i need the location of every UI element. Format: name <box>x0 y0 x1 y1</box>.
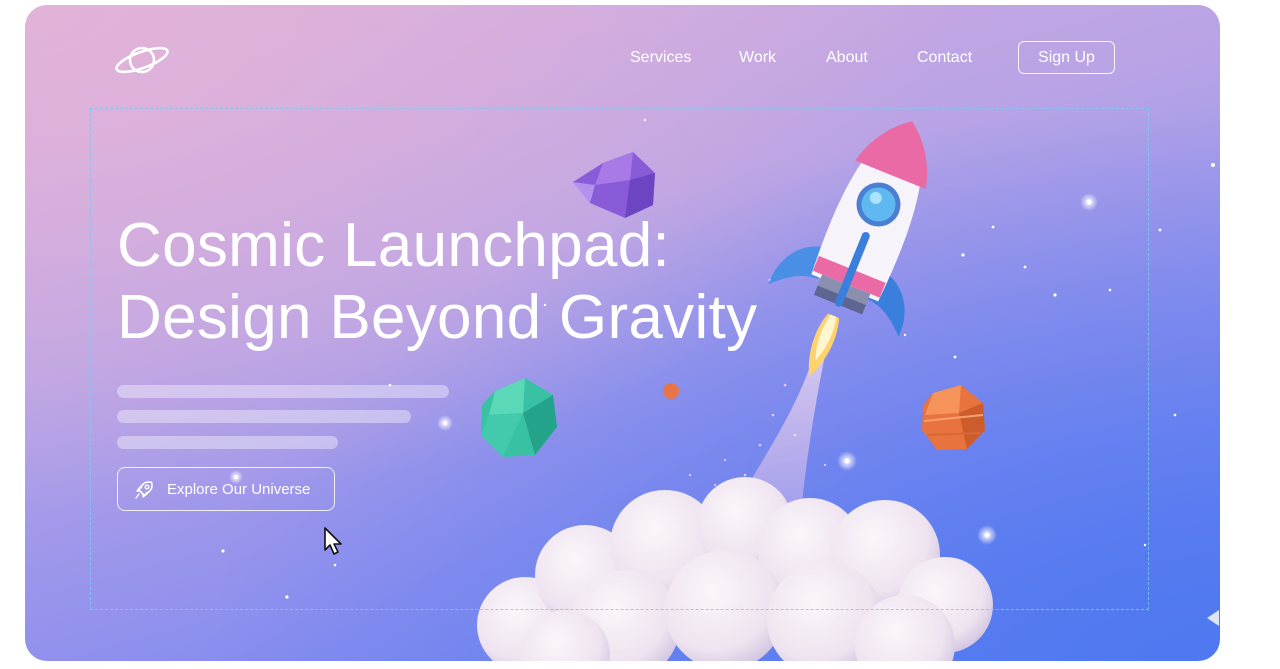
placeholder-text-line <box>117 385 449 398</box>
nav-link-about[interactable]: About <box>826 49 868 67</box>
placeholder-text-line <box>117 436 338 449</box>
selection-guide <box>90 108 1149 610</box>
top-nav: Services Work About Contact Sign Up <box>25 41 1220 75</box>
nav-link-services[interactable]: Services <box>630 49 691 67</box>
scroll-arrow-icon[interactable] <box>1205 608 1221 628</box>
headline-line-1: Cosmic Launchpad: <box>117 211 671 280</box>
mouse-pointer-icon <box>324 527 342 555</box>
hero-headline: Cosmic Launchpad: Design Beyond Gravity <box>117 210 757 354</box>
headline-line-2: Design Beyond Gravity <box>117 283 758 352</box>
rocket-icon <box>135 481 153 499</box>
nav-link-contact[interactable]: Contact <box>917 49 972 67</box>
explore-universe-label: Explore Our Universe <box>167 481 311 498</box>
hero-section: Services Work About Contact Sign Up Cosm… <box>25 5 1220 661</box>
nav-link-work[interactable]: Work <box>739 49 776 67</box>
explore-universe-button[interactable]: Explore Our Universe <box>117 467 335 511</box>
sign-up-button[interactable]: Sign Up <box>1018 41 1115 74</box>
placeholder-text-line <box>117 410 411 423</box>
